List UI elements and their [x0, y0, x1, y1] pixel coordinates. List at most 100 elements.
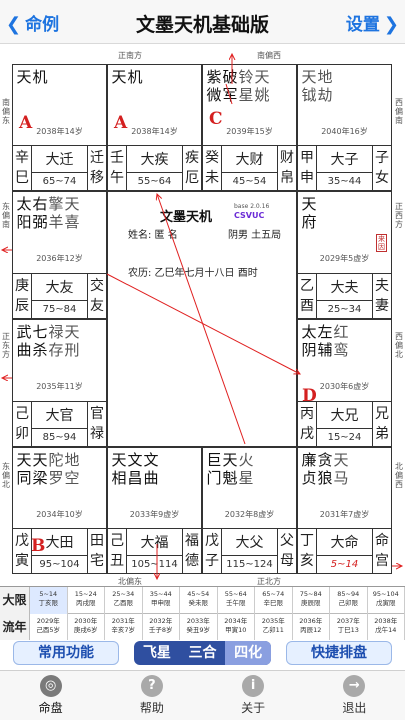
liunian-cell[interactable]: 2035年 乙卯11 [255, 614, 293, 641]
daxian-cell-text: 辛巳限 [263, 599, 284, 607]
palace-stars: 天钺地劫 [301, 68, 333, 104]
direction-left-4: 东偏北 [2, 462, 10, 489]
minor-star-column: 天钺 [301, 68, 317, 104]
main-star-column: 天同 [16, 451, 32, 487]
daxian-name: 大兄 [330, 408, 359, 424]
main-star-column: 左辅 [317, 323, 333, 359]
main-star-column: 右弼 [32, 195, 48, 231]
liunian-cell[interactable]: 2038年 戊午14 [368, 614, 405, 641]
minor-star-char: 存 [48, 341, 64, 359]
palace-footer: 丙戌大兄 15~24 兄弟 [298, 401, 391, 446]
palace-wu[interactable]: 天机 A 2038年14岁壬午大疾 55~64 疾厄 [107, 64, 202, 191]
liunian-row: 流年 2029年 己酉5岁 2030年 庚戌6岁 2031年 辛亥7岁 2032年 壬子8岁 2… [0, 614, 405, 641]
main-star-char: 左 [317, 323, 333, 341]
ganzhi-char: 卯 [15, 426, 29, 442]
quick-chart-button[interactable]: 快捷排盘 [286, 641, 392, 665]
daxian-cell-text: 乙酉限 [113, 599, 134, 607]
palace-hai[interactable]: 廉贞贪狼天马 2031年7虚岁丁亥大命 5~14 命宫 [297, 447, 392, 574]
palace-footer: 甲申大子 35~44 子女 [298, 145, 391, 190]
mode-tab-0[interactable]: 飞星 [134, 641, 180, 665]
daxian-cell[interactable]: 85~94 己卯限 [330, 587, 368, 614]
minor-star-column: 红鸾 [333, 323, 349, 359]
palace-name-char: 女 [375, 170, 389, 186]
minor-star-column: 天喜 [64, 195, 80, 231]
direction-top-2: 南偏西 [257, 51, 281, 60]
palace-wei[interactable]: 紫微破军铃星天姚 C 2039年15岁癸未大财 45~54 财帛 [202, 64, 297, 191]
tab-1[interactable]: ? 帮助 [122, 675, 182, 716]
liunian-cell[interactable]: 2030年 庚戌6岁 [68, 614, 105, 641]
tab-3[interactable]: → 退出 [324, 675, 384, 716]
settings-button[interactable]: 设置 ❯ [346, 10, 399, 35]
tab-0[interactable]: ◎ 命盘 [21, 675, 81, 716]
main-star-char: 辅 [317, 341, 333, 359]
liunian-cell[interactable]: 2034年 甲寅10 [218, 614, 255, 641]
palace-name-char: 妻 [375, 298, 389, 314]
palace-name-char: 财 [280, 150, 294, 166]
palace-stars: 天相文昌文曲 [111, 451, 159, 487]
liunian-cell[interactable]: 2033年 癸丑9岁 [180, 614, 218, 641]
palace-year-age: 2035年11岁 [36, 382, 83, 391]
common-functions-button[interactable]: 常用功能 [13, 641, 119, 665]
liunian-cell[interactable]: 2036年 丙辰12 [293, 614, 330, 641]
main-star-char: 狼 [317, 469, 333, 487]
minor-star-column: 禄存 [48, 323, 64, 359]
daxian-range: 85~94 [32, 428, 87, 446]
ganzhi-char: 巳 [15, 170, 29, 186]
settings-label: 设置 [345, 15, 380, 35]
daxian-cell[interactable]: 65~74 辛巳限 [255, 587, 293, 614]
main-star-column: 天相 [111, 451, 127, 487]
daxian-cell-text: 55~64 [224, 590, 247, 598]
ganzhi: 癸未 [203, 146, 222, 190]
palace-name-char: 命 [375, 533, 389, 549]
liunian-cell-text: 己酉5岁 [36, 626, 61, 634]
mode-tab-1[interactable]: 三合 [180, 641, 226, 665]
main-star-char: 文 [143, 451, 159, 469]
mode-tab-2[interactable]: 四化 [225, 641, 271, 665]
palace-stars: 太阳右弼擎羊天喜 [16, 195, 80, 231]
palace-chou[interactable]: 天相文昌文曲 2033年9虚岁己丑大福 105~114 福德 [107, 447, 202, 574]
palace-mao[interactable]: 武曲七杀禄存天刑 2035年11岁己卯大官 85~94 官禄 [12, 319, 107, 447]
liunian-cell-text: 2031年 [111, 617, 135, 625]
direction-left-1: 南偏东 [2, 98, 10, 125]
palace-chen[interactable]: 太阳右弼擎羊天喜 2036年12岁庚辰大友 75~84 交友 [12, 191, 107, 319]
palace-zi[interactable]: 巨门天魁火星 2032年8虚岁戊子大父 115~124 父母 [202, 447, 297, 574]
daxian-cell[interactable]: 45~54 癸未限 [180, 587, 218, 614]
daxian-cell[interactable]: 15~24 丙戌限 [68, 587, 105, 614]
liunian-label: 流年 [0, 614, 30, 641]
palace-shen[interactable]: 天钺地劫 2040年16岁甲申大子 35~44 子女 [297, 64, 392, 191]
palace-yin[interactable]: 天同天梁陀罗地空 B 2034年10岁戊寅大田 95~104 田宅 [12, 447, 107, 574]
liunian-cell[interactable]: 2037年 丁巳13 [330, 614, 368, 641]
main-star-column: 文昌 [127, 451, 143, 487]
main-star-char: 曲 [16, 341, 32, 359]
palace-footer: 乙酉大夫 25~34 夫妻 [298, 273, 391, 318]
minor-star-column: 天刑 [64, 323, 80, 359]
palace-xu[interactable]: 太阴左辅红鸾 D 2030年6虚岁丙戌大兄 15~24 兄弟 [297, 319, 392, 447]
tab-2[interactable]: i 关于 [223, 675, 283, 716]
palace-name-char: 迁 [90, 150, 104, 166]
palace-stars: 太阴左辅红鸾 [301, 323, 349, 359]
palace-stars: 天机 [111, 68, 143, 86]
palace-si[interactable]: 天机 A 2038年14岁辛巳大迁 65~74 迁移 [12, 64, 107, 191]
minor-star-char: 钺 [301, 86, 317, 104]
palace-you[interactable]: 天府 2029年5虚岁乙酉大夫 25~34 夫妻 来因 [297, 191, 392, 319]
palace-name: 迁移 [87, 146, 106, 190]
ganzhi-char: 庚 [15, 278, 29, 294]
center-code: CSVUC [234, 211, 265, 220]
daxian-cell[interactable]: 75~84 庚辰限 [293, 587, 330, 614]
liunian-cell[interactable]: 2029年 己酉5岁 [30, 614, 68, 641]
ganzhi-char: 辛 [15, 150, 29, 166]
daxian-cell[interactable]: 25~34 乙酉限 [105, 587, 143, 614]
daxian-cell[interactable]: 35~44 甲申限 [143, 587, 180, 614]
daxian-cell[interactable]: 55~64 壬午限 [218, 587, 255, 614]
liunian-cell[interactable]: 2032年 壬子8岁 [143, 614, 180, 641]
palace-name: 兄弟 [372, 402, 391, 446]
palace-name: 田宅 [87, 529, 106, 573]
liunian-cell-text: 2035年 [261, 617, 285, 625]
minor-star-char: 天 [64, 323, 80, 341]
minor-star-column: 地劫 [317, 68, 333, 104]
liunian-cell[interactable]: 2031年 辛亥7岁 [105, 614, 143, 641]
daxian-cell[interactable]: 95~104 戊寅限 [368, 587, 405, 614]
main-star-column: 紫微 [206, 68, 222, 104]
daxian-cell[interactable]: 5~14 丁亥限 [30, 587, 68, 614]
ganzhi-char: 丁 [300, 533, 314, 549]
